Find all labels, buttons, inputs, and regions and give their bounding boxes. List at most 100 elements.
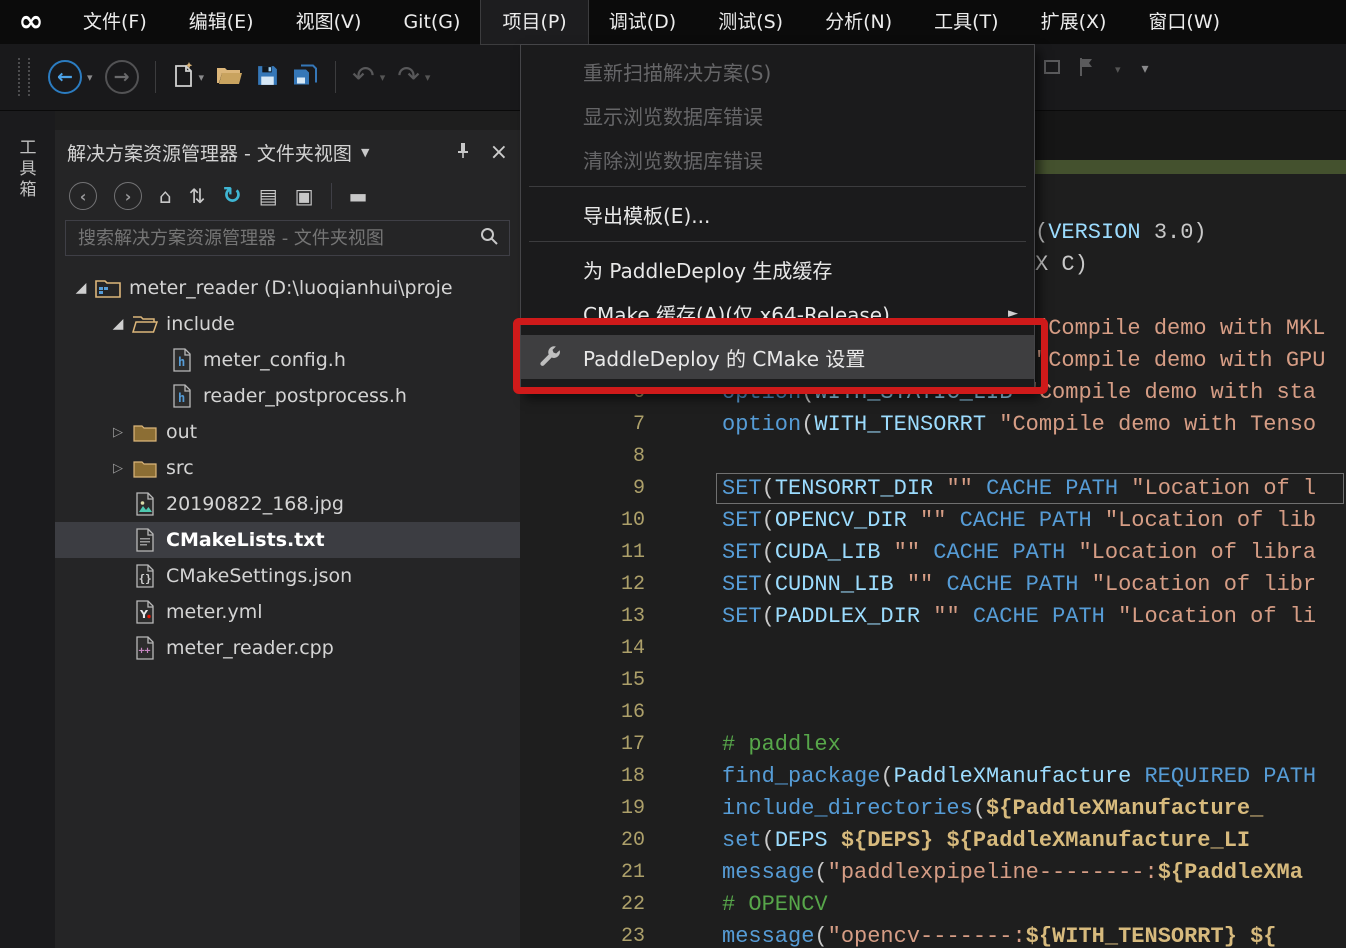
- tree-item-reader_postprocess.h[interactable]: hreader_postprocess.h: [55, 378, 520, 414]
- pin-icon[interactable]: [454, 141, 472, 164]
- project-menu-item-generic[interactable]: 导出模板(E)...: [521, 192, 1034, 236]
- home-icon[interactable]: ⌂: [159, 183, 172, 209]
- code-line[interactable]: 23message("opencv-------:${WITH_TENSORRT…: [520, 921, 1346, 948]
- line-number[interactable]: 20: [520, 825, 645, 857]
- toolbar-grip-handle[interactable]: [18, 58, 30, 96]
- nav-forward-icon[interactable]: ›: [114, 182, 142, 210]
- save-button[interactable]: [255, 57, 280, 97]
- toolbar-dropdown-caret-icon[interactable]: ▾: [1115, 63, 1121, 76]
- search-icon[interactable]: [479, 226, 499, 250]
- menu-debug[interactable]: 调试(D): [588, 0, 697, 44]
- line-number[interactable]: 18: [520, 761, 645, 793]
- code-line[interactable]: 19include_directories(${PaddleXManufactu…: [520, 793, 1346, 825]
- code-line[interactable]: 12SET(CUDNN_LIB "" CACHE PATH "Location …: [520, 569, 1346, 601]
- nav-back-icon[interactable]: ‹: [69, 182, 97, 210]
- line-number[interactable]: 9: [520, 473, 645, 505]
- toolbar-overflow-icon[interactable]: ▾: [1142, 61, 1149, 77]
- pin-bar-icon[interactable]: ▬: [349, 183, 368, 209]
- line-number[interactable]: 17: [520, 729, 645, 761]
- undo-button[interactable]: ↶▾: [352, 57, 385, 97]
- tree-item-include[interactable]: ◢include: [55, 306, 520, 342]
- menu-test[interactable]: 测试(S): [697, 0, 804, 44]
- code-line[interactable]: 21message("paddlexpipeline--------:${Pad…: [520, 857, 1346, 889]
- switch-views-icon[interactable]: ⇅: [189, 183, 206, 209]
- project-menu-item-generic[interactable]: CMake 缓存(A)(仅 x64-Release)►: [521, 291, 1034, 335]
- search-input[interactable]: [76, 227, 479, 250]
- tree-item-label: CMakeLists.txt: [166, 529, 325, 551]
- line-number[interactable]: 14: [520, 633, 645, 665]
- line-number[interactable]: 10: [520, 505, 645, 537]
- line-number[interactable]: 15: [520, 665, 645, 697]
- title-dropdown-caret-icon[interactable]: ▼: [361, 146, 369, 159]
- dropdown-caret-icon[interactable]: ▾: [199, 71, 205, 84]
- project-menu-item-generic[interactable]: 重新扫描解决方案(S): [521, 49, 1034, 93]
- navigate-forward-button[interactable]: →: [105, 57, 139, 97]
- code-line[interactable]: 9SET(TENSORRT_DIR "" CACHE PATH "Locatio…: [520, 473, 1346, 505]
- menu-project[interactable]: 项目(P): [481, 0, 587, 44]
- code-line[interactable]: 16: [520, 697, 1346, 729]
- tree-item-cmakesettings.json[interactable]: {}CMakeSettings.json: [55, 558, 520, 594]
- project-menu-item-generic[interactable]: 为 PaddleDeploy 生成缓存: [521, 247, 1034, 291]
- code-line[interactable]: 8: [520, 441, 1346, 473]
- tree-item-meter_config.h[interactable]: hmeter_config.h: [55, 342, 520, 378]
- expanded-arrow-icon[interactable]: ◢: [106, 316, 130, 332]
- tree-item-out[interactable]: ▷out: [55, 414, 520, 450]
- tree-item-cmakelists.txt[interactable]: CMakeLists.txt: [55, 522, 520, 558]
- tree-item-src[interactable]: ▷src: [55, 450, 520, 486]
- menu-window[interactable]: 窗口(W): [1127, 0, 1241, 44]
- line-number[interactable]: 7: [520, 409, 645, 441]
- menu-git[interactable]: Git(G): [382, 0, 481, 44]
- tree-item-meter.yml[interactable]: Ymeter.yml: [55, 594, 520, 630]
- code-line[interactable]: 13SET(PADDLEX_DIR "" CACHE PATH "Locatio…: [520, 601, 1346, 633]
- expanded-arrow-icon[interactable]: ◢: [69, 280, 93, 296]
- code-line[interactable]: 10SET(OPENCV_DIR "" CACHE PATH "Location…: [520, 505, 1346, 537]
- project-menu-item-generic[interactable]: 显示浏览数据库错误: [521, 93, 1034, 137]
- line-number[interactable]: 16: [520, 697, 645, 729]
- tree-item-20190822_168.jpg[interactable]: 20190822_168.jpg: [55, 486, 520, 522]
- collapsed-arrow-icon[interactable]: ▷: [106, 425, 130, 440]
- new-file-button[interactable]: ▾: [172, 57, 205, 97]
- code-line[interactable]: 18find_package(PaddleXManufacture REQUIR…: [520, 761, 1346, 793]
- code-line[interactable]: 11SET(CUDA_LIB "" CACHE PATH "Location o…: [520, 537, 1346, 569]
- menu-file[interactable]: 文件(F): [62, 0, 168, 44]
- code-line[interactable]: 20set(DEPS ${DEPS} ${PaddleXManufacture_…: [520, 825, 1346, 857]
- menu-analyze[interactable]: 分析(N): [804, 0, 913, 44]
- navigate-back-button[interactable]: ←▾: [48, 57, 93, 97]
- line-number[interactable]: 22: [520, 889, 645, 921]
- save-all-button[interactable]: [292, 57, 319, 97]
- line-number[interactable]: 19: [520, 793, 645, 825]
- code-line[interactable]: 17# paddlex: [520, 729, 1346, 761]
- project-menu-item-generic[interactable]: 清除浏览数据库错误: [521, 137, 1034, 181]
- line-number[interactable]: 8: [520, 441, 645, 473]
- menu-extensions[interactable]: 扩展(X): [1020, 0, 1128, 44]
- code-line[interactable]: 7option(WITH_TENSORRT "Compile demo with…: [520, 409, 1346, 441]
- collapse-all-icon[interactable]: ▣: [295, 183, 314, 209]
- toolbox-vertical-tab[interactable]: 工具箱: [17, 138, 39, 201]
- toolbar-extra-icon[interactable]: [1042, 57, 1062, 81]
- tree-item-meter_reader.cpp[interactable]: ++meter_reader.cpp: [55, 630, 520, 666]
- sync-active-document-icon[interactable]: ▤: [259, 183, 278, 209]
- close-icon[interactable]: ×: [490, 140, 508, 165]
- toolbar-flag-icon[interactable]: [1078, 57, 1094, 81]
- line-number[interactable]: 11: [520, 537, 645, 569]
- line-number[interactable]: 21: [520, 857, 645, 889]
- line-number[interactable]: 12: [520, 569, 645, 601]
- menu-tools[interactable]: 工具(T): [913, 0, 1019, 44]
- dropdown-caret-icon[interactable]: ▾: [87, 71, 93, 84]
- refresh-icon[interactable]: ↻: [222, 183, 241, 209]
- open-folder-button[interactable]: [216, 57, 243, 97]
- menu-view[interactable]: 视图(V): [275, 0, 383, 44]
- tree-item-meter_reader-d-luoqianhui-proje[interactable]: ◢meter_reader (D:\luoqianhui\proje: [55, 270, 520, 306]
- menu-edit[interactable]: 编辑(E): [168, 0, 275, 44]
- line-number[interactable]: 13: [520, 601, 645, 633]
- dropdown-caret-icon[interactable]: ▾: [380, 71, 386, 84]
- collapsed-arrow-icon[interactable]: ▷: [106, 461, 130, 476]
- code-line[interactable]: 15: [520, 665, 1346, 697]
- line-number[interactable]: 23: [520, 921, 645, 948]
- dropdown-caret-icon[interactable]: ▾: [425, 71, 431, 84]
- project-menu-item-paddledeploy-cmake-settings[interactable]: PaddleDeploy 的 CMake 设置: [521, 335, 1034, 379]
- code-line[interactable]: 22# OPENCV: [520, 889, 1346, 921]
- code-line[interactable]: 14: [520, 633, 1346, 665]
- redo-button[interactable]: ↷▾: [397, 57, 430, 97]
- menu-item-label: 显示浏览数据库错误: [583, 101, 763, 130]
